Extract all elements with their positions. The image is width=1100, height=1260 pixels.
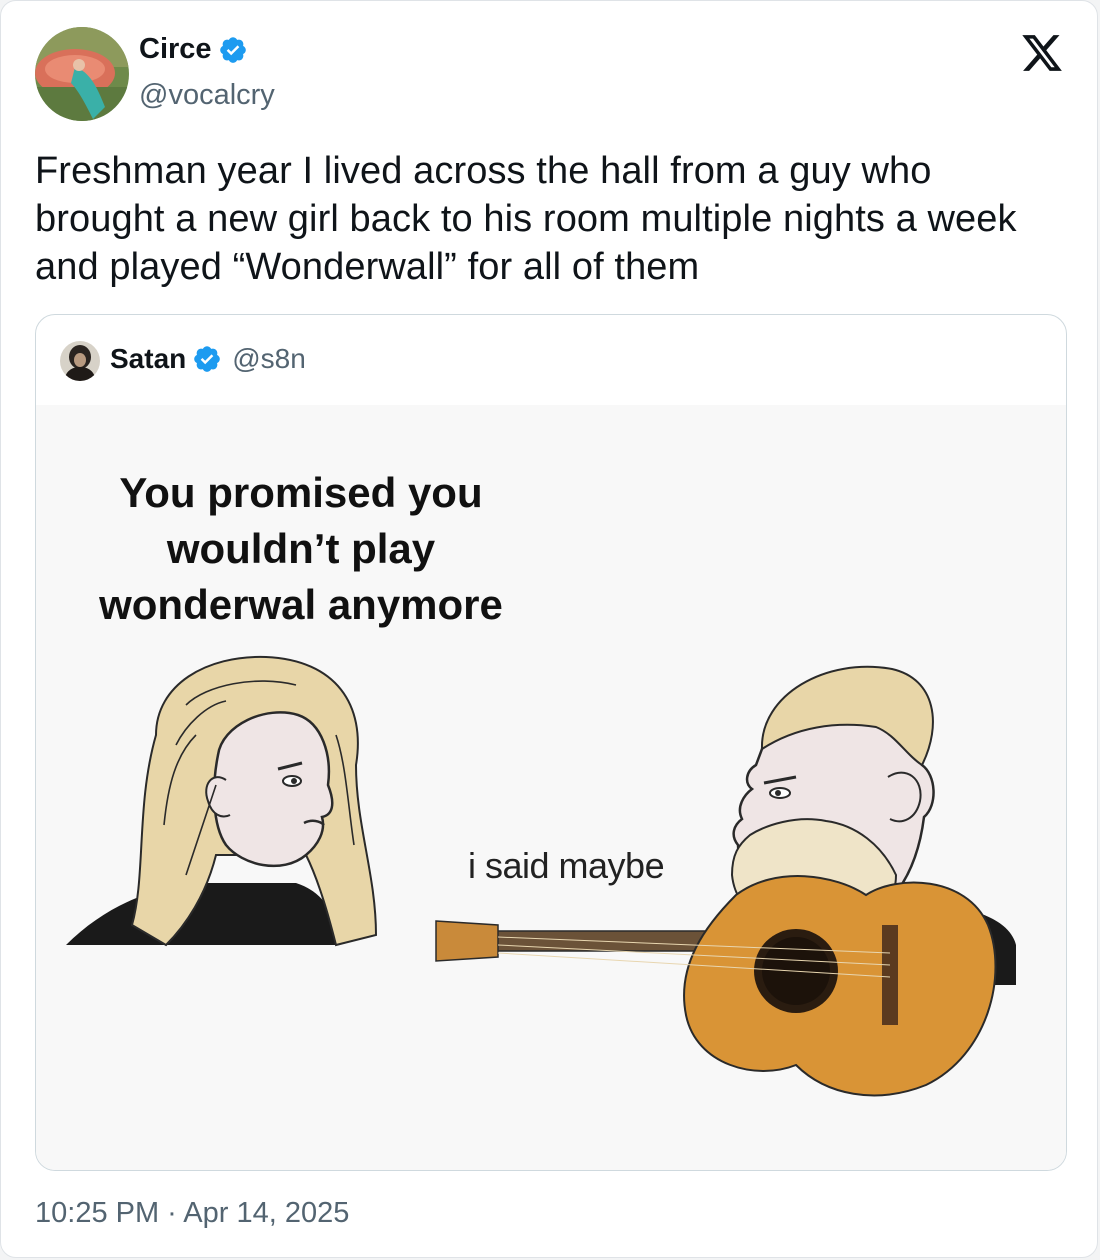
quoted-author-name[interactable]: Satan: [110, 343, 186, 375]
meme-caption-line: wouldn’t play: [166, 525, 436, 572]
tweet-line: and played “Wonderwall” for all of them: [35, 246, 700, 288]
tweet-line: brought a new girl back to his room mult…: [35, 198, 1017, 240]
x-logo-icon[interactable]: [1017, 31, 1067, 75]
verified-badge-icon: [219, 36, 246, 63]
author-name-row: Circe: [139, 33, 248, 66]
author-handle[interactable]: @vocalcry: [139, 79, 275, 112]
verified-badge-icon: [194, 346, 221, 372]
author-name[interactable]: Circe: [139, 33, 212, 66]
tweet-text: Freshman year I lived across the hall fr…: [35, 147, 1075, 291]
quoted-tweet[interactable]: Satan @s8n You promised you wouldn’t pla…: [35, 314, 1067, 1171]
meme-caption: You promised you wouldn’t play wonderwal…: [66, 465, 536, 633]
quoted-author-avatar[interactable]: [60, 341, 100, 381]
tweet-card: Circe @vocalcry Freshman year I lived ac…: [0, 0, 1098, 1258]
meme-image[interactable]: You promised you wouldn’t play wonderwal…: [36, 405, 1066, 1170]
quoted-author-row: Satan @s8n: [110, 343, 306, 375]
meme-caption-line: You promised you: [119, 469, 483, 516]
tweet-timestamp[interactable]: 10:25 PM · Apr 14, 2025: [35, 1197, 349, 1230]
meme-reply-text: i said maybe: [468, 845, 665, 886]
tweet-line: Freshman year I lived across the hall fr…: [35, 150, 932, 192]
quoted-author-handle[interactable]: @s8n: [232, 343, 306, 375]
meme-caption-line: wonderwal anymore: [99, 581, 503, 628]
author-avatar[interactable]: [35, 27, 129, 121]
